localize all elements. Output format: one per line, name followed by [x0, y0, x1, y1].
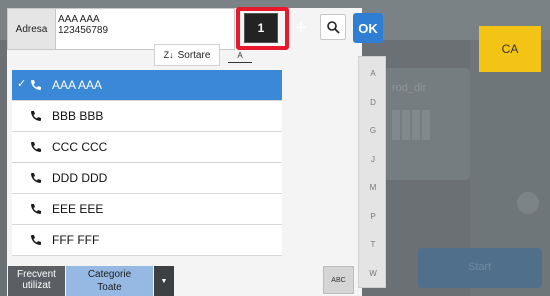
phone-icon	[31, 204, 41, 214]
phone-icon	[31, 111, 41, 121]
category-tab[interactable]: Categorie Toate	[66, 266, 153, 296]
ok-button[interactable]: OK	[353, 13, 383, 43]
index-letter[interactable]: G	[359, 126, 387, 135]
frequent-tab-line2: utilizat	[22, 280, 51, 291]
contact-name: DDD DDD	[52, 171, 108, 185]
alphabetical-sort-icon[interactable]: A	[228, 49, 252, 63]
index-letter[interactable]: P	[359, 212, 387, 221]
address-line-number: 123456789	[58, 25, 109, 36]
phone-icon	[31, 173, 41, 183]
search-number-button[interactable]: 1	[244, 13, 278, 43]
search-button[interactable]	[320, 14, 346, 40]
phone-icon	[31, 80, 41, 90]
category-tab-line2: Toate	[97, 282, 122, 293]
add-button[interactable]: +	[290, 12, 312, 44]
contact-name: EEE EEE	[52, 202, 104, 216]
index-letter[interactable]: W	[359, 269, 387, 278]
address-label: Adresa	[7, 8, 56, 50]
background-round-button	[517, 192, 539, 214]
background-start-button: Start	[418, 248, 542, 288]
index-letter[interactable]: D	[359, 98, 387, 107]
contact-name: BBB BBB	[52, 109, 104, 123]
background-start-label: Start	[468, 261, 492, 273]
background-card-label: rod_dir	[392, 82, 427, 94]
alphabet-index-bar[interactable]: A D G J M P T W	[358, 56, 386, 288]
contact-list-item[interactable]: CCC CCC	[12, 132, 282, 163]
frequent-tab-line1: Frecvent	[17, 269, 56, 280]
abc-toggle-button[interactable]: ABC	[323, 266, 354, 294]
sort-label: Sortare	[177, 49, 211, 61]
category-tab-line1: Categorie	[87, 269, 132, 280]
check-icon: ✓	[17, 78, 27, 90]
contact-list-item[interactable]: BBB BBB	[12, 101, 282, 132]
phone-icon	[31, 142, 41, 152]
search-icon	[327, 21, 340, 34]
sort-button[interactable]: Z↓ Sortare	[154, 44, 220, 66]
index-letter[interactable]: M	[359, 183, 387, 192]
contact-name: CCC CCC	[52, 140, 108, 154]
contact-list-item[interactable]: ✓ AAA AAA	[12, 70, 282, 101]
contact-list-item[interactable]: DDD DDD	[12, 163, 282, 194]
ca-button[interactable]: CA	[479, 26, 541, 72]
contact-list: ✓ AAA AAA BBB BBB CCC CCC DDD DDD EEE EEE FFF …	[12, 70, 282, 256]
caret-down-icon: ▼	[160, 277, 168, 285]
background-keypad-icon	[392, 110, 432, 140]
index-letter[interactable]: A	[359, 69, 387, 78]
contact-list-item[interactable]: EEE EEE	[12, 194, 282, 225]
frequent-use-tab[interactable]: Frecvent utilizat	[8, 266, 65, 296]
contact-name: FFF FFF	[52, 233, 100, 247]
contact-list-item[interactable]: FFF FFF	[12, 225, 282, 256]
contact-name: AAA AAA	[52, 78, 103, 92]
index-letter[interactable]: J	[359, 155, 387, 164]
plus-icon: +	[295, 16, 307, 39]
address-line-name: AAA AAA	[58, 14, 100, 25]
sort-direction-icon: Z↓	[163, 50, 174, 60]
phone-icon	[31, 235, 41, 245]
index-letter[interactable]: T	[359, 240, 387, 249]
category-dropdown-button[interactable]: ▼	[154, 266, 174, 296]
